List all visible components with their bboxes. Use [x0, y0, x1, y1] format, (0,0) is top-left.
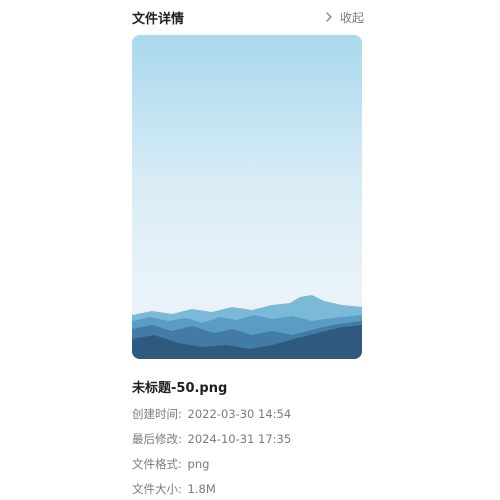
file-size-row: 文件大小: 1.8M: [132, 481, 216, 497]
file-details-panel: 文件详情 收起 未标题-50.png 创建时间: 2022-03-30 14:5…: [0, 0, 500, 500]
image-preview[interactable]: [132, 35, 362, 359]
file-format-value: png: [187, 457, 210, 471]
file-size-label: 文件大小:: [132, 482, 182, 496]
created-time-row: 创建时间: 2022-03-30 14:54: [132, 406, 291, 422]
modified-time-value: 2024-10-31 17:35: [187, 432, 292, 446]
panel-header: 文件详情 收起: [132, 6, 364, 28]
created-time-label: 创建时间:: [132, 407, 182, 421]
file-format-label: 文件格式:: [132, 457, 182, 471]
modified-time-row: 最后修改: 2024-10-31 17:35: [132, 431, 291, 447]
modified-time-label: 最后修改:: [132, 432, 182, 446]
landscape-image: [132, 35, 362, 359]
collapse-button[interactable]: 收起: [324, 9, 364, 26]
created-time-value: 2022-03-30 14:54: [187, 407, 292, 421]
collapse-label: 收起: [339, 10, 364, 25]
chevron-right-icon: [326, 12, 332, 22]
file-format-row: 文件格式: png: [132, 456, 209, 472]
file-size-value: 1.8M: [187, 482, 216, 496]
file-name: 未标题-50.png: [132, 381, 228, 396]
panel-title: 文件详情: [132, 11, 185, 27]
